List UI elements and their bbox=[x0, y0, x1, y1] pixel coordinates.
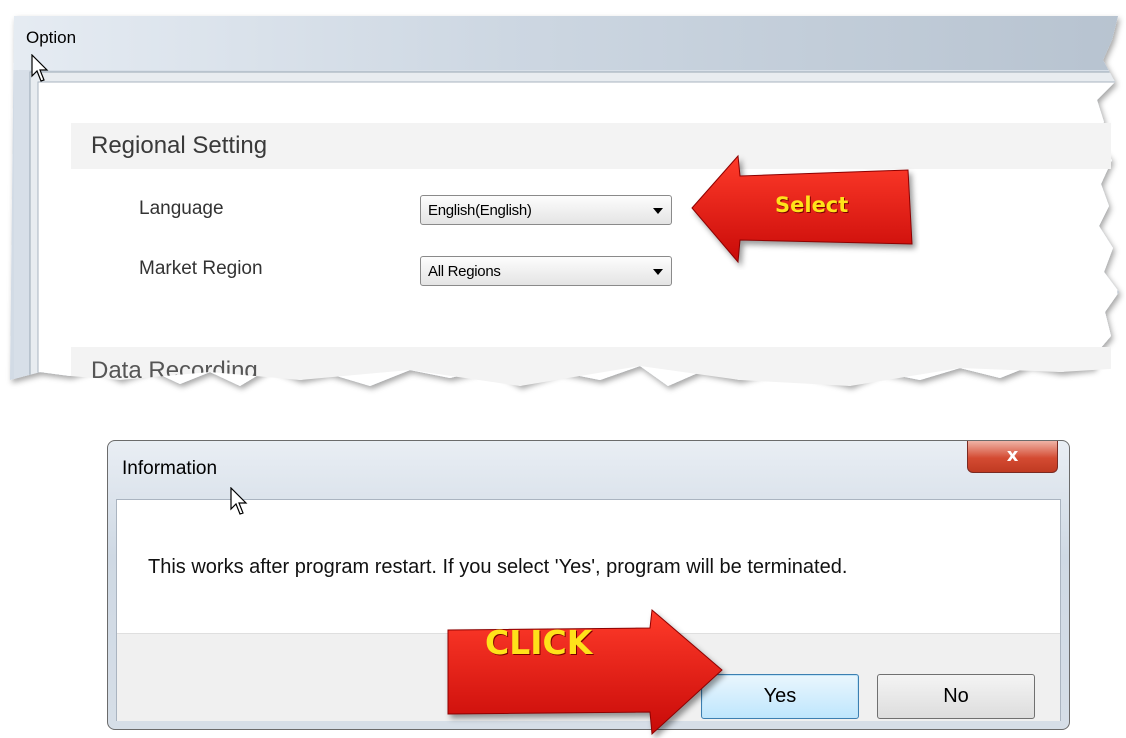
select-callout-text: Select bbox=[775, 193, 849, 217]
close-icon[interactable]: x bbox=[968, 445, 1057, 466]
no-button[interactable]: No bbox=[877, 674, 1035, 719]
information-message: This works after program restart. If you… bbox=[148, 556, 848, 578]
information-dialog-title: Information bbox=[122, 458, 218, 479]
mouse-cursor-icon bbox=[230, 487, 248, 515]
data-recording-clip: Data Recording bbox=[0, 0, 1126, 386]
click-callout-text: CLICK bbox=[485, 623, 593, 662]
close-button[interactable]: x bbox=[967, 441, 1058, 473]
mouse-cursor-icon bbox=[31, 54, 49, 82]
